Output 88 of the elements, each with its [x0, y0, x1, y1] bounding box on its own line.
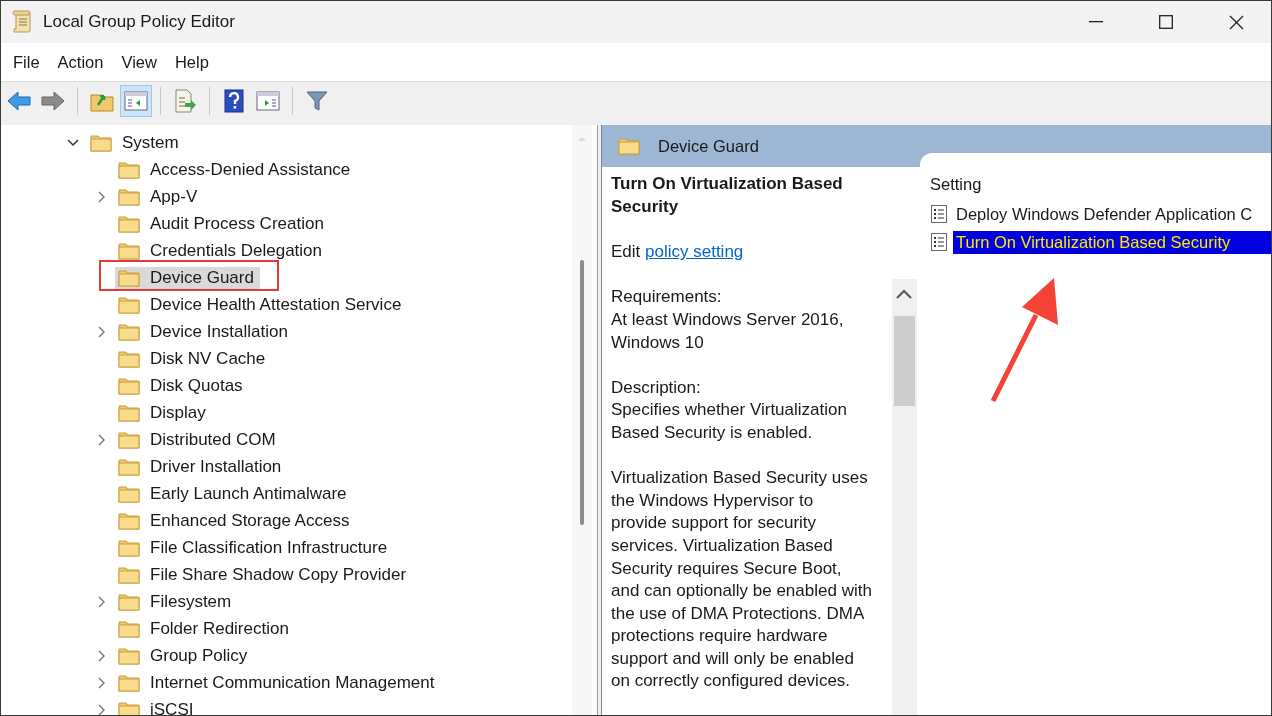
tree-item[interactable]: Device Guard: [115, 266, 260, 289]
tree-item[interactable]: Driver Installation: [115, 455, 288, 478]
description-text: Specifies whether Virtualization Based Security is enabled.: [611, 399, 848, 444]
chevron-right-icon[interactable]: [96, 324, 106, 339]
window-title: Local Group Policy Editor: [43, 12, 235, 32]
folder-icon: [118, 511, 140, 530]
folder-icon: [118, 673, 140, 692]
maximize-icon: [1159, 15, 1173, 29]
chevron-right-icon[interactable]: [96, 189, 106, 204]
setting-item[interactable]: Turn On Virtualization Based Security: [953, 230, 1271, 254]
vertical-scrollbar[interactable]: [892, 279, 917, 715]
description-text: Virtualization Based Security uses the Windows Hypervisor to provide support for security services. Virtualization Based Security requires Secure Boot, and can optionally be enabled with the use of DMA Protections. DMA protections require hardware support and will only be enabled on correctly configured devices.: [611, 467, 873, 693]
close-icon: [1228, 14, 1244, 30]
folder-icon: [118, 646, 140, 665]
scroll-app-icon: [11, 10, 33, 34]
tree-item[interactable]: Device Health Attestation Service: [115, 293, 408, 316]
tree-item[interactable]: Display: [115, 401, 212, 424]
tree-item[interactable]: Distributed COM: [115, 428, 282, 451]
filter-icon: [306, 90, 328, 112]
tree-item[interactable]: Credentials Delegation: [115, 239, 328, 262]
folder-icon: [118, 349, 140, 368]
setting-list-icon: [930, 232, 948, 252]
tree-item[interactable]: Internet Communication Management: [115, 671, 441, 694]
scrollbar-thumb[interactable]: [580, 260, 584, 525]
menu-item[interactable]: Action: [48, 48, 113, 76]
chevron-down-icon[interactable]: [66, 137, 80, 148]
scroll-up-icon[interactable]: [896, 289, 912, 299]
chevron-right-icon[interactable]: [96, 432, 106, 447]
help-icon: [224, 89, 244, 113]
vertical-scrollbar[interactable]: [572, 125, 592, 715]
requirements-label: Requirements:: [611, 286, 723, 309]
column-header[interactable]: Setting: [930, 175, 982, 194]
folder-icon: [618, 137, 640, 155]
menu-item[interactable]: File: [4, 48, 49, 76]
tree-item[interactable]: Early Launch Antimalware: [115, 482, 353, 505]
description-label: Description:: [611, 376, 702, 399]
folder-icon: [118, 187, 140, 206]
tree-item[interactable]: Filesystem: [115, 590, 238, 613]
folder-icon: [118, 322, 140, 341]
export-list-icon: [173, 89, 197, 113]
scrollbar-thumb[interactable]: [894, 316, 915, 406]
tree-item[interactable]: Device Installation: [115, 320, 294, 343]
tree-item[interactable]: File Share Shadow Copy Provider: [115, 563, 413, 586]
folder-icon: [118, 700, 140, 715]
tree-item[interactable]: App-V: [115, 185, 204, 208]
forward-arrow-icon: [40, 90, 66, 112]
tree-item[interactable]: Group Policy: [115, 644, 254, 667]
setting-item[interactable]: Deploy Windows Defender Application C: [953, 202, 1271, 226]
folder-icon: [118, 430, 140, 449]
header-title: Device Guard: [658, 136, 759, 156]
chevron-right-icon[interactable]: [96, 594, 106, 609]
tree-item[interactable]: System: [87, 131, 185, 154]
folder-icon: [118, 538, 140, 557]
chevron-right-icon[interactable]: [96, 648, 106, 663]
console-tree-icon: [124, 91, 148, 111]
folder-icon: [118, 241, 140, 260]
minimize-icon: [1089, 21, 1103, 23]
tree-item[interactable]: Disk Quotas: [115, 374, 249, 397]
requirements-text: At least Windows Server 2016, Windows 10: [611, 308, 845, 354]
tree-item[interactable]: Enhanced Storage Access: [115, 509, 356, 532]
folder-icon: [118, 214, 140, 233]
action-pane-icon: [256, 91, 280, 111]
folder-icon: [118, 295, 140, 314]
tree-item[interactable]: iSCSI: [115, 698, 200, 715]
setting-list-icon: [930, 204, 948, 224]
folder-icon: [118, 457, 140, 476]
tree-item[interactable]: Audit Process Creation: [115, 212, 330, 235]
chevron-right-icon[interactable]: [96, 675, 106, 690]
folder-icon: [118, 268, 140, 287]
tree-item[interactable]: Disk NV Cache: [115, 347, 272, 370]
folder-icon: [90, 133, 112, 152]
menu-item[interactable]: Help: [165, 48, 218, 76]
folder-icon: [118, 160, 140, 179]
edit-text: Edit policy setting: [611, 241, 745, 264]
folder-icon: [118, 565, 140, 584]
folder-icon: [118, 619, 140, 638]
back-arrow-icon: [6, 90, 32, 112]
folder-icon: [118, 592, 140, 611]
chevron-right-icon[interactable]: [96, 702, 106, 715]
folder-icon: [118, 376, 140, 395]
policy-setting-link[interactable]: policy setting: [645, 242, 744, 262]
menu-item[interactable]: View: [112, 48, 166, 76]
tree-item[interactable]: Access-Denied Assistance: [115, 158, 357, 181]
tree-item[interactable]: File Classification Infrastructure: [115, 536, 394, 559]
folder-icon: [118, 484, 140, 503]
folder-icon: [118, 403, 140, 422]
policy-title: Turn On Virtualization Based Security: [611, 173, 844, 218]
tree-item[interactable]: Folder Redirection: [115, 617, 295, 640]
